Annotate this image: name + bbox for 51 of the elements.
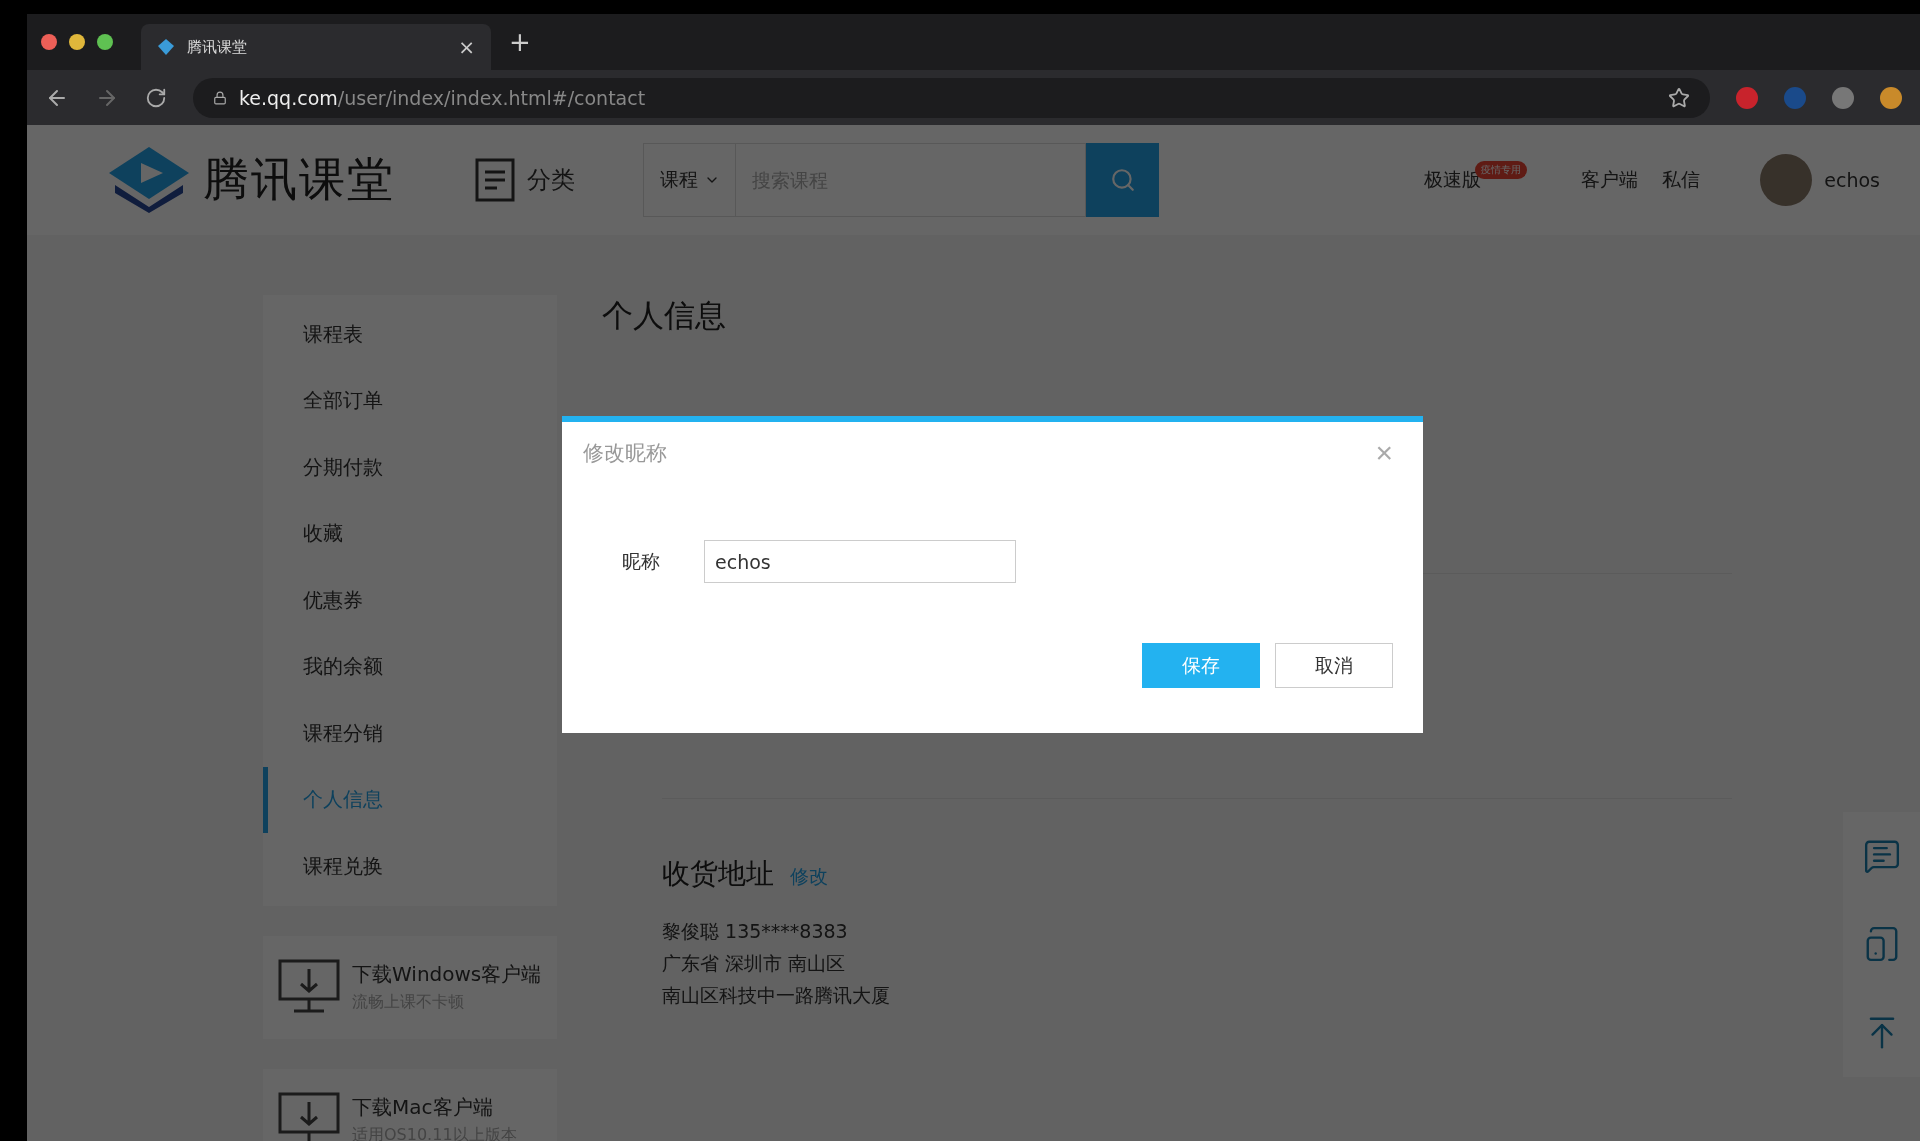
download-title: 下载Windows客户端	[352, 961, 542, 988]
search-scope-dropdown[interactable]: 课程	[643, 143, 736, 217]
sidebar-item[interactable]: 课程分销	[263, 700, 557, 767]
tab-close-button[interactable]: ×	[458, 35, 475, 59]
extension-icon[interactable]	[1832, 86, 1854, 109]
lock-icon	[213, 90, 227, 105]
url-text: ke.qq.com/user/index/index.html#/contact	[239, 86, 646, 109]
save-button[interactable]: 保存	[1142, 643, 1260, 688]
sidebar-item[interactable]: 我的余额	[263, 633, 557, 700]
extension-icon[interactable]	[1736, 86, 1758, 109]
sidebar-item[interactable]: 课程表	[263, 301, 557, 368]
sidebar-item[interactable]: 全部订单	[263, 367, 557, 434]
sidebar-item[interactable]: 课程兑换	[263, 833, 557, 900]
reload-icon[interactable]	[145, 86, 167, 109]
logo-icon	[107, 145, 191, 215]
sidebar-item[interactable]: 优惠券	[263, 567, 557, 634]
address-line: 广东省 深圳市 南山区	[662, 951, 847, 976]
sidebar-item[interactable]: 收藏	[263, 500, 557, 567]
tab-title: 腾讯课堂	[187, 37, 248, 57]
monitor-download-icon	[278, 959, 340, 1015]
sidebar-item[interactable]: 分期付款	[263, 434, 557, 501]
browser-tab[interactable]: 腾讯课堂 ×	[141, 24, 491, 70]
monitor-download-icon	[278, 1092, 340, 1141]
address-line: 黎俊聪 135****8383	[662, 919, 849, 944]
field-label: 昵称	[622, 548, 660, 574]
window-zoom-light[interactable]	[97, 34, 113, 50]
section-title: 收货地址	[662, 856, 774, 892]
logo-text: 腾讯课堂	[203, 151, 395, 208]
list-icon	[475, 158, 515, 202]
edit-link[interactable]: 修改	[790, 864, 828, 890]
user-avatar[interactable]	[1760, 154, 1813, 206]
close-button[interactable]: ×	[1375, 438, 1393, 468]
user-name[interactable]: echos	[1824, 169, 1880, 191]
cancel-button[interactable]: 取消	[1275, 643, 1393, 688]
nav-link[interactable]: 私信	[1662, 167, 1701, 193]
new-tab-button[interactable]: +	[509, 27, 531, 57]
dialog-title: 修改昵称	[583, 440, 667, 467]
address-bar[interactable]: ke.qq.com/user/index/index.html#/contact	[193, 77, 1710, 118]
window-close-light[interactable]	[41, 34, 57, 50]
diamond-icon	[157, 38, 175, 56]
search-icon	[1109, 167, 1136, 193]
nav-link[interactable]: 客户端	[1581, 167, 1639, 193]
nickname-field[interactable]: echos	[704, 540, 1016, 583]
extension-icon[interactable]	[1880, 86, 1902, 109]
page-title: 个人信息	[602, 296, 727, 335]
download-title: 下载Mac客户端	[352, 1094, 494, 1121]
category-menu[interactable]: 分类	[475, 158, 575, 202]
sidebar-item[interactable]: 个人信息	[263, 766, 557, 833]
address-line: 南山区科技中一路腾讯大厦	[662, 983, 891, 1008]
bookmark-star-icon[interactable]	[1668, 86, 1690, 109]
window-minimize-light[interactable]	[69, 34, 85, 50]
